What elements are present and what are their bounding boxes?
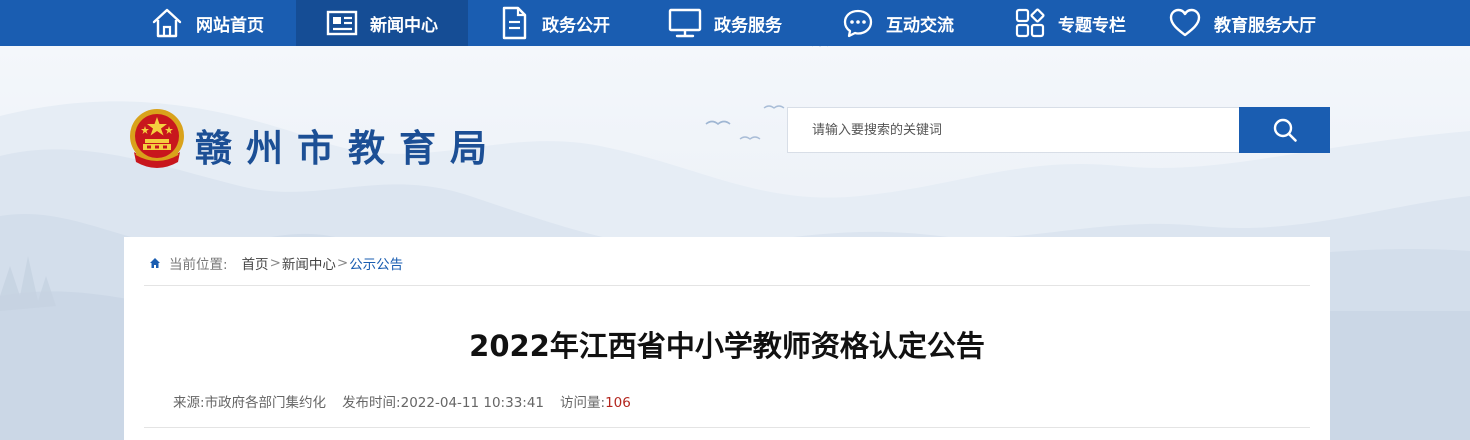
nav-label-home: 网站首页 (196, 15, 264, 36)
breadcrumb-home-icon (150, 258, 160, 268)
published-value: 2022-04-11 10:33:41 (400, 395, 545, 411)
nav-label-gov-affairs: 政务公开 (542, 15, 610, 36)
breadcrumb-news-link[interactable]: 新闻中心 (282, 253, 336, 273)
national-emblem-icon (130, 109, 184, 168)
breadcrumb-separator: > (269, 255, 281, 271)
nav-item-special-topics[interactable]: 专题专栏 (1014, 0, 1126, 46)
article-published: 发布时间:2022-04-11 10:33:41 (342, 391, 544, 411)
article-views: 访问量:106 (560, 391, 631, 411)
meta-divider (144, 427, 1310, 428)
nav-item-gov-affairs[interactable]: 政务公开 (498, 0, 610, 46)
nav-item-interaction[interactable]: 互动交流 (842, 0, 954, 46)
document-icon (502, 6, 527, 40)
nav-item-education-services[interactable]: 教育服务大厅 (1168, 0, 1316, 46)
nav-label-news: 新闻中心 (370, 15, 438, 36)
nav-item-home[interactable]: 网站首页 (150, 0, 264, 46)
search-input[interactable] (787, 107, 1239, 153)
article-meta: 来源:市政府各部门集约化 发布时间:2022-04-11 10:33:41 访问… (173, 391, 647, 411)
search-button[interactable] (1239, 107, 1330, 153)
site-title: 赣州市教育局 (195, 126, 501, 170)
breadcrumb-announcements-link[interactable]: 公示公告 (349, 253, 403, 273)
content-panel: 当前位置: 首页 > 新闻中心 > 公示公告 2022年江西省中小学教师资格认定… (124, 237, 1330, 440)
breadcrumb-divider (144, 285, 1310, 286)
grid-icon (1015, 8, 1045, 38)
breadcrumb-home-link[interactable]: 首页 (242, 253, 269, 273)
breadcrumb-label: 当前位置: (169, 257, 228, 273)
nav-item-gov-services[interactable]: 政务服务 (668, 0, 782, 46)
home-icon (152, 8, 182, 38)
search-icon (1273, 118, 1297, 142)
newspaper-icon (326, 10, 358, 36)
nav-label-special-topics: 专题专栏 (1058, 15, 1126, 36)
breadcrumb: 当前位置: 首页 > 新闻中心 > 公示公告 (149, 253, 403, 273)
heart-icon (1169, 8, 1201, 37)
top-navigation: 网站首页 新闻中心 政务公开 政务服务 互动交流 专题专栏 教育服务大厅 (0, 0, 1470, 46)
breadcrumb-separator: > (336, 255, 349, 271)
published-label: 发布时间: (342, 395, 401, 411)
source-label: 来源: (173, 395, 205, 411)
source-value: 市政府各部门集约化 (204, 395, 327, 411)
nav-label-gov-services: 政务服务 (714, 15, 782, 36)
article-title: 2022年江西省中小学教师资格认定公告 (469, 329, 985, 363)
article-source: 来源:市政府各部门集约化 (173, 391, 326, 411)
views-value: 106 (605, 395, 631, 411)
views-label: 访问量: (560, 395, 606, 411)
monitor-icon (668, 8, 702, 38)
nav-item-news[interactable]: 新闻中心 (296, 0, 468, 46)
nav-label-interaction: 互动交流 (886, 15, 954, 36)
nav-label-education-services: 教育服务大厅 (1214, 15, 1316, 36)
chat-icon (843, 9, 873, 38)
